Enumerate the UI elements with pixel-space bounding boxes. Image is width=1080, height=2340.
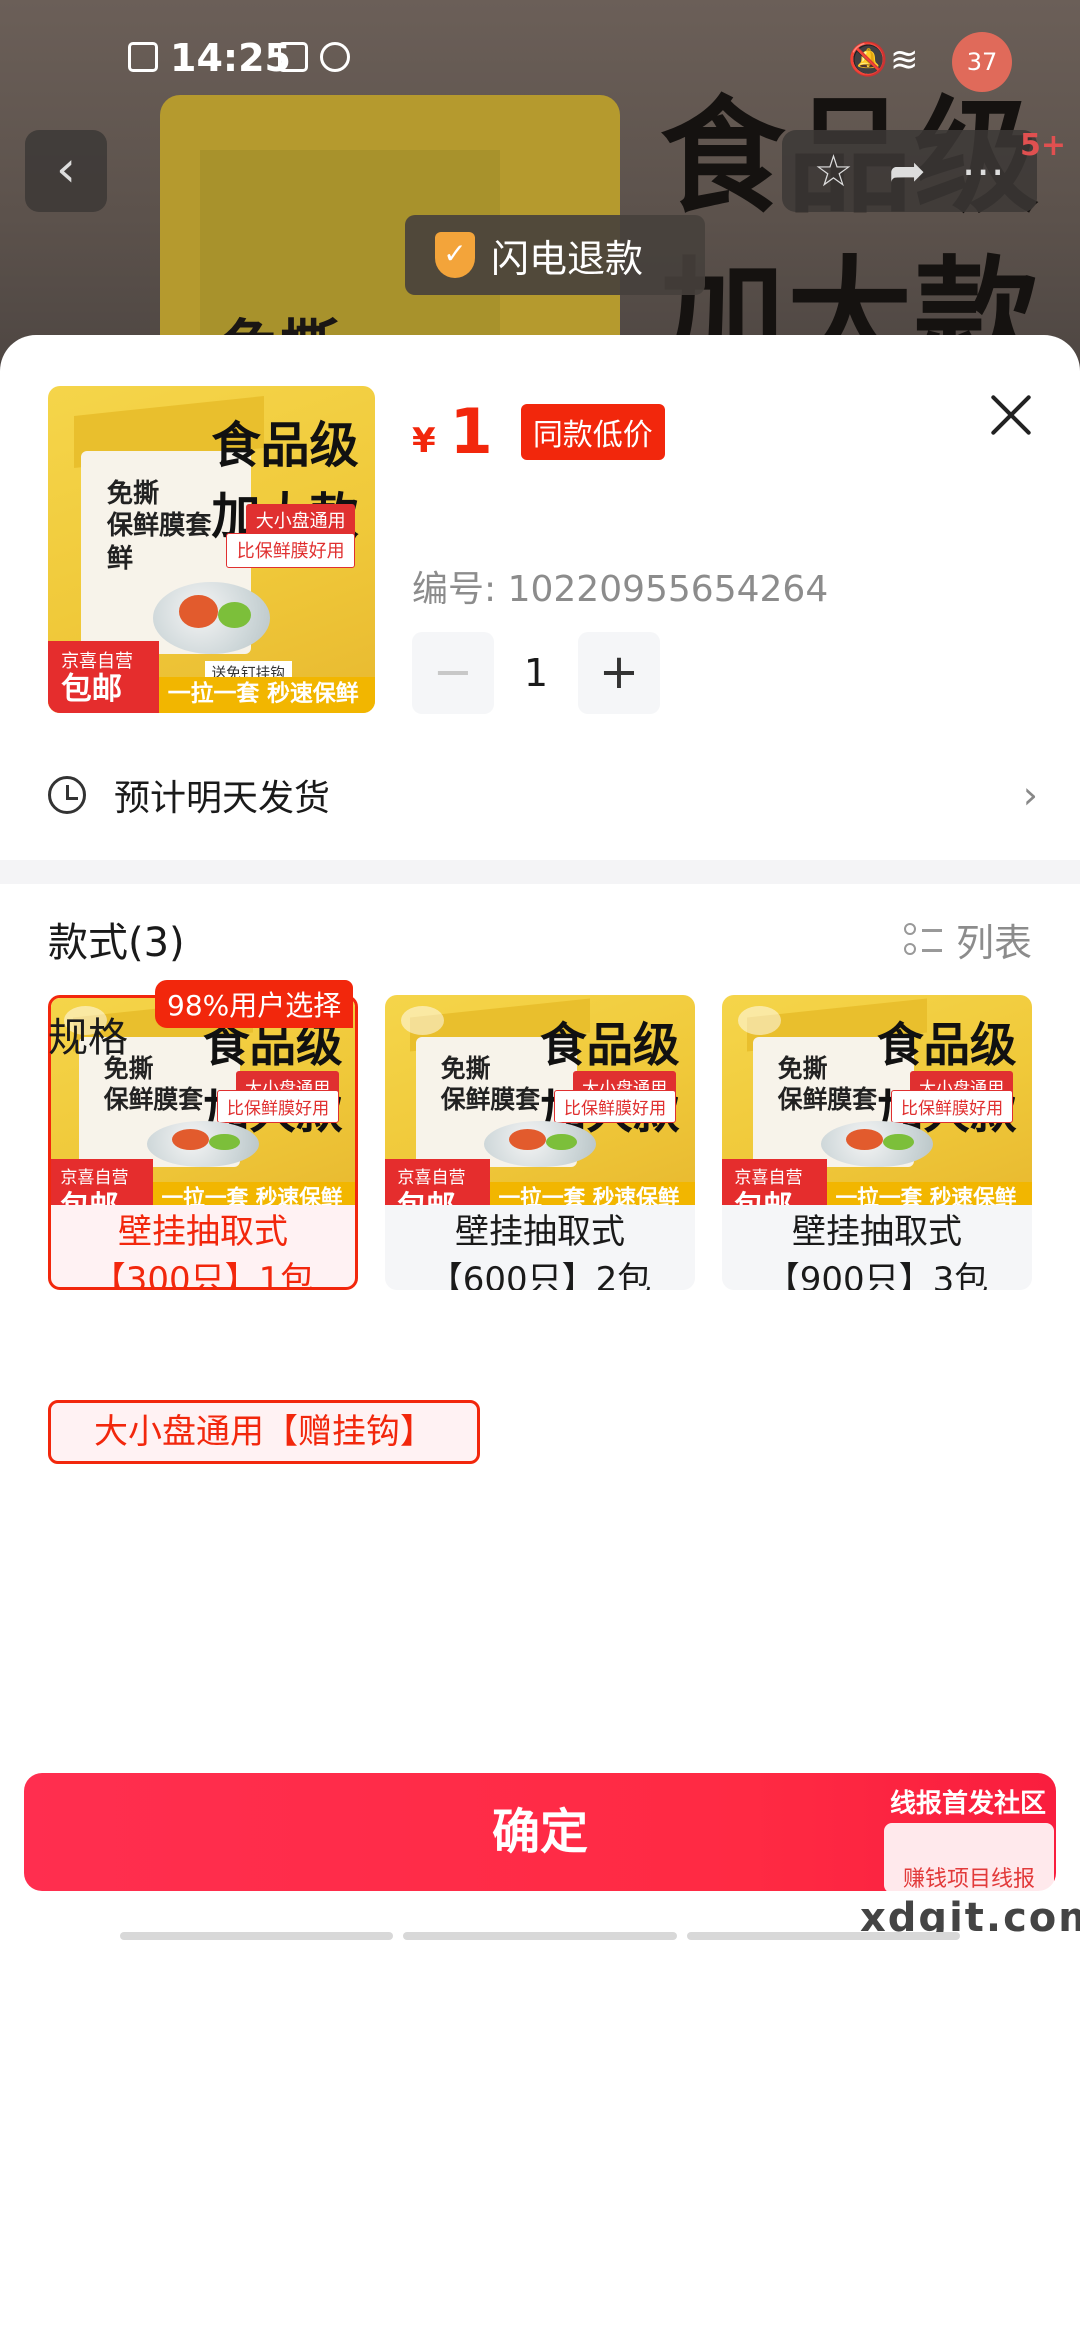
back-button[interactable]: ‹ [25, 130, 107, 212]
gallery-icon [278, 42, 308, 72]
style-option-label: 壁挂抽取式 【600只】2包 [385, 1205, 695, 1290]
gesture-bar [120, 1932, 960, 1940]
flash-refund-pill: ✓ 闪电退款 [405, 215, 705, 295]
style-image-art: 食品级 加大款 免撕 保鲜膜套 大小盘通用 比保鲜膜好用 一拉一套 秒速保鲜 京… [385, 995, 695, 1205]
increase-button[interactable]: + [578, 632, 660, 714]
jd-badge: 京喜自营 包邮 [51, 1158, 154, 1205]
image-ribbon-2: 比保鲜膜好用 [553, 1089, 677, 1123]
image-title-line1: 食品级 [877, 1017, 1017, 1072]
style-option-line1: 壁挂抽取式 [455, 1212, 625, 1252]
price-row: ¥ 1 同款低价 [412, 395, 665, 468]
decrease-button[interactable]: − [412, 632, 494, 714]
price-value: 1 [449, 395, 493, 468]
sim-icon [128, 42, 158, 72]
image-sub-line2: 保鲜膜套 [103, 1084, 203, 1114]
image-subtitle: 免撕 保鲜膜套 [104, 1054, 203, 1116]
product-thumbnail[interactable]: 食品级 加大款 免撕 保鲜膜套 鲜 大小盘通用 比保鲜膜好用 送免钉挂钩 一拉一… [48, 386, 375, 713]
shield-check-icon: ✓ [435, 232, 475, 278]
star-icon[interactable]: ☆ [814, 146, 853, 197]
price-tag: 同款低价 [520, 403, 665, 460]
style-option-line2: 【900只】3包 [765, 1260, 989, 1290]
jd-free-shipping: 包邮 [61, 672, 123, 708]
fruit-graphic [218, 601, 251, 628]
status-bar: 14:25 🔕 ≋ 37 [0, 30, 1080, 92]
image-ribbon-2: 比保鲜膜好用 [225, 533, 356, 568]
jd-badge: 京喜自营 包邮 [48, 641, 160, 713]
image-sub-line1: 免撕 [106, 478, 160, 509]
jd-label: 京喜自营 [397, 1168, 466, 1189]
share-icon[interactable]: ➦ [889, 146, 926, 197]
style-option-3[interactable]: 食品级 加大款 免撕 保鲜膜套 大小盘通用 比保鲜膜好用 一拉一套 秒速保鲜 京… [722, 995, 1032, 1290]
section-divider [0, 860, 1080, 884]
spec-title: 规格 [48, 1005, 128, 1063]
image-title-line1: 食品级 [540, 1017, 680, 1072]
expand-icon [400, 1005, 444, 1035]
style-option-line1: 壁挂抽取式 [792, 1212, 962, 1252]
image-sub-line2: 保鲜膜套 [777, 1084, 877, 1114]
image-sub-line2: 保鲜膜套 [440, 1084, 540, 1114]
style-option-image: 食品级 加大款 免撕 保鲜膜套 大小盘通用 比保鲜膜好用 一拉一套 秒速保鲜 京… [722, 995, 1032, 1205]
watermark-logo: 赚钱项目线报 [884, 1823, 1054, 1893]
quantity-stepper: − 1 + [412, 632, 660, 714]
image-sub-line1: 免撕 [777, 1053, 828, 1083]
fruit-graphic [178, 595, 219, 628]
list-view-label: 列表 [955, 921, 1032, 965]
bell-muted-icon: 🔕 [848, 40, 888, 78]
image-ribbon-2: 比保鲜膜好用 [890, 1089, 1014, 1123]
status-time: 14:25 [170, 36, 291, 80]
style-option-line2: 【300只】1包 [91, 1260, 315, 1290]
watermark-line2: 赚钱项目线报 [902, 1867, 1035, 1892]
sku-selector-sheet: 食品级 加大款 免撕 保鲜膜套 鲜 大小盘通用 比保鲜膜好用 送免钉挂钩 一拉一… [0, 335, 1080, 2340]
more-icon[interactable]: ⋯ [961, 146, 1005, 197]
expand-icon [737, 1005, 781, 1035]
jd-free-shipping: 包邮 [60, 1189, 141, 1205]
style-option-label: 壁挂抽取式 【300只】1包 [51, 1205, 355, 1290]
jd-badge: 京喜自营 包邮 [722, 1158, 828, 1205]
image-subtitle: 免撕 保鲜膜套 鲜 [107, 478, 212, 576]
list-view-toggle[interactable]: 列表 [903, 912, 1032, 967]
list-icon [903, 921, 942, 959]
style-image-art: 食品级 加大款 免撕 保鲜膜套 大小盘通用 比保鲜膜好用 一拉一套 秒速保鲜 京… [722, 995, 1032, 1205]
sku-number: 编号: 10220955654264 [412, 569, 829, 610]
notification-count: 37 [952, 32, 1012, 92]
spec-option[interactable]: 大小盘通用【赠挂钩】 [48, 1400, 480, 1464]
style-option-line1: 壁挂抽取式 [118, 1212, 288, 1252]
top-actions: ☆ ➦ ⋯ [782, 130, 1037, 212]
jd-badge: 京喜自营 包邮 [385, 1158, 491, 1205]
shipping-row[interactable]: 预计明天发货 › [48, 755, 1038, 835]
jd-free-shipping: 包邮 [734, 1189, 815, 1205]
jd-label: 京喜自营 [60, 1168, 129, 1189]
refund-label: 闪电退款 [491, 236, 644, 281]
image-title-line1: 食品级 [211, 415, 359, 474]
image-ribbon-2: 比保鲜膜好用 [216, 1089, 340, 1123]
popular-badge: 98%用户选择 [155, 980, 354, 1028]
image-ribbon-1: 大小盘通用 [245, 503, 356, 537]
chevron-right-icon: › [1022, 773, 1038, 817]
style-option-line2: 【600只】2包 [428, 1260, 652, 1290]
jd-label: 京喜自营 [734, 1168, 803, 1189]
style-option-image: 食品级 加大款 免撕 保鲜膜套 大小盘通用 比保鲜膜好用 一拉一套 秒速保鲜 京… [385, 995, 695, 1205]
quantity-value[interactable]: 1 [494, 651, 578, 695]
clock-icon [48, 776, 86, 814]
jd-free-shipping: 包邮 [397, 1189, 478, 1205]
jd-label: 京喜自营 [61, 650, 133, 672]
image-sub-line1: 免撕 [440, 1053, 491, 1083]
styles-title: 款式(3) [48, 920, 185, 966]
wifi-icon: ≋ [890, 40, 919, 80]
style-option-2[interactable]: 食品级 加大款 免撕 保鲜膜套 大小盘通用 比保鲜膜好用 一拉一套 秒速保鲜 京… [385, 995, 695, 1290]
chevron-left-icon: ‹ [56, 140, 76, 198]
style-option-label: 壁挂抽取式 【900只】3包 [722, 1205, 1032, 1290]
image-subtitle: 免撕 保鲜膜套 [778, 1054, 877, 1116]
close-icon[interactable] [980, 385, 1040, 445]
shipping-text: 预计明天发货 [114, 778, 331, 819]
watermark-line1: 线报首发社区 [890, 1789, 1047, 1819]
currency-symbol: ¥ [412, 420, 436, 461]
image-fresh-label: 鲜 [106, 543, 134, 574]
product-image-art: 食品级 加大款 免撕 保鲜膜套 鲜 大小盘通用 比保鲜膜好用 送免钉挂钩 一拉一… [48, 386, 375, 713]
image-sub-line2: 保鲜膜套 [106, 511, 212, 542]
spec-title-text: 规格 [48, 1015, 128, 1061]
cart-count-badge: 5+ [1020, 128, 1067, 163]
handshake-icon [320, 42, 350, 72]
image-subtitle: 免撕 保鲜膜套 [441, 1054, 540, 1116]
